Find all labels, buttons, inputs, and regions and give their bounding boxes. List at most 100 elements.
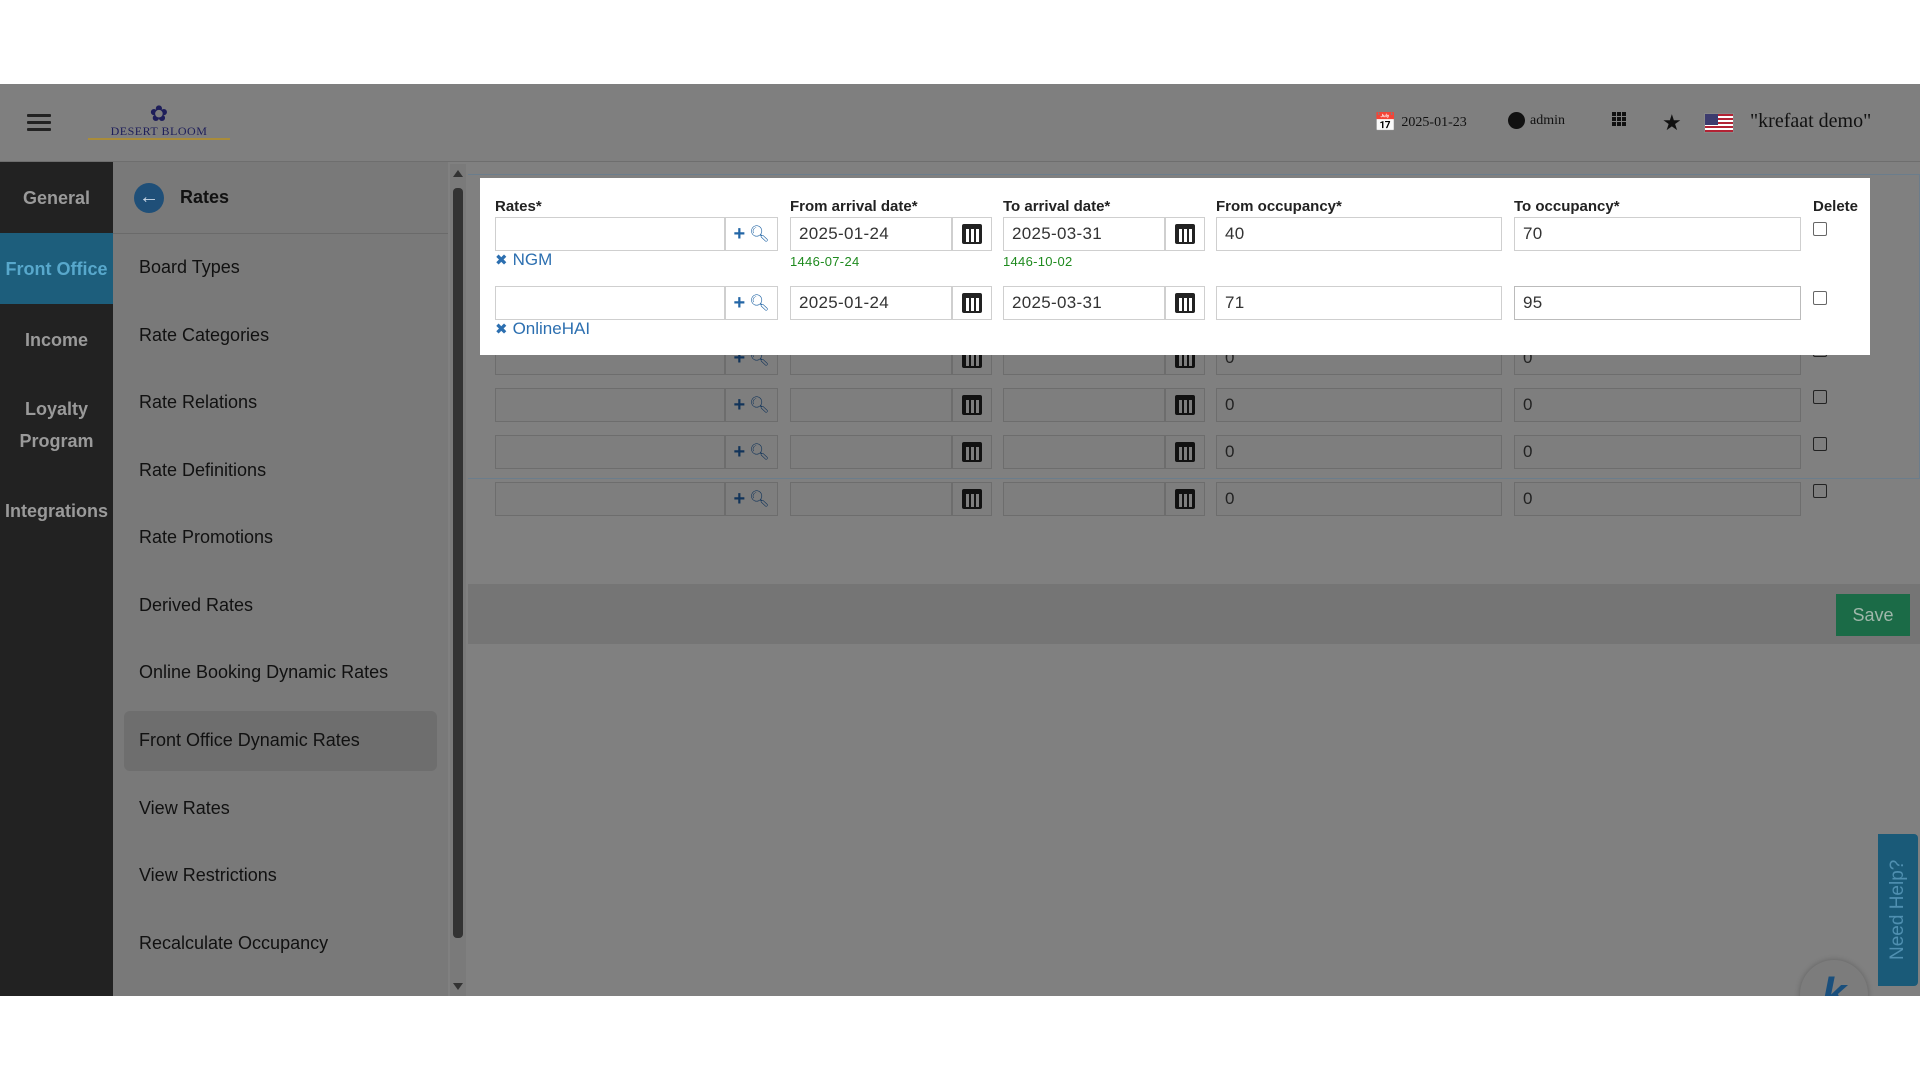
rate-lookup-button[interactable]: + 🔍︎ xyxy=(725,482,778,516)
from-occupancy-input[interactable]: 40 xyxy=(1216,217,1502,251)
table-row: + 🔍︎ 0 0 xyxy=(468,388,1920,435)
date-indicator[interactable]: 📅 2025-01-23 xyxy=(1374,112,1467,133)
submenu-item-derived-rates[interactable]: Derived Rates xyxy=(113,572,448,640)
delete-checkbox[interactable] xyxy=(1813,390,1827,404)
submenu-item-rate-relations[interactable]: Rate Relations xyxy=(113,369,448,437)
rail-item-integrations[interactable]: Integrations xyxy=(0,475,113,546)
back-arrow-icon[interactable]: ← xyxy=(134,182,164,213)
rail-item-general[interactable]: General xyxy=(0,162,113,233)
column-header-to-arrival-date: To arrival date* xyxy=(1003,198,1111,215)
from-occupancy-input[interactable]: 0 xyxy=(1216,482,1502,516)
apps-menu[interactable] xyxy=(1612,112,1626,126)
plus-icon: + xyxy=(733,394,746,416)
from-arrival-date-input[interactable]: 2025-01-24 xyxy=(790,286,952,320)
delete-checkbox[interactable] xyxy=(1813,484,1827,498)
scroll-down-arrow-icon[interactable] xyxy=(453,983,463,990)
language-selector[interactable] xyxy=(1704,113,1734,133)
need-help-tab[interactable]: Need Help? xyxy=(1878,834,1918,986)
calendar-icon xyxy=(1175,489,1195,509)
from-arrival-date-input[interactable]: 2025-01-24 xyxy=(790,217,952,251)
from-date-calendar-button[interactable] xyxy=(952,286,992,320)
company-name[interactable]: "krefaat demo" xyxy=(1750,110,1871,133)
submenu-item-recalculate-occupancy[interactable]: Recalculate Occupancy xyxy=(113,910,448,978)
from-date-calendar-button[interactable] xyxy=(952,435,992,469)
to-occupancy-input[interactable]: 0 xyxy=(1514,435,1801,469)
to-occupancy-input[interactable]: 70 xyxy=(1514,217,1801,251)
submenu-item-board-types[interactable]: Board Types xyxy=(113,234,448,302)
submenu-item-front-office-dynamic-rates[interactable]: Front Office Dynamic Rates xyxy=(124,710,437,771)
rate-tag-label: NGM xyxy=(512,250,553,269)
submenu-item-rate-promotions[interactable]: Rate Promotions xyxy=(113,504,448,572)
from-date-calendar-button[interactable] xyxy=(952,388,992,422)
rate-input[interactable] xyxy=(495,388,725,422)
calendar-icon xyxy=(962,489,982,509)
favorites-star-icon[interactable]: ★ xyxy=(1662,110,1682,136)
from-arrival-date-input[interactable] xyxy=(790,435,952,469)
logo-name: DESERT BLOOM xyxy=(88,124,230,140)
submenu-scrollbar[interactable] xyxy=(450,164,466,996)
app-window: ✿ DESERT BLOOM 📅 2025-01-23 admin ★ "kre… xyxy=(0,84,1920,996)
rail-item-front-office[interactable]: Front Office xyxy=(0,233,113,304)
to-date-calendar-button[interactable] xyxy=(1165,482,1205,516)
from-arrival-date-input[interactable] xyxy=(790,482,952,516)
user-menu[interactable]: admin xyxy=(1508,112,1565,129)
to-arrival-date-input[interactable] xyxy=(1003,482,1165,516)
scrollbar-thumb[interactable] xyxy=(453,188,463,938)
highlighted-rows-card: Rates* From arrival date* To arrival dat… xyxy=(480,178,1870,355)
rate-input[interactable] xyxy=(495,482,725,516)
apps-grid-icon xyxy=(1612,112,1626,126)
rate-lookup-button[interactable]: + 🔍︎ xyxy=(725,217,778,251)
submenu-item-rate-definitions[interactable]: Rate Definitions xyxy=(113,437,448,505)
user-name: admin xyxy=(1530,112,1565,128)
rate-tag[interactable]: ✖ OnlineHAI xyxy=(495,319,590,339)
to-arrival-date-input[interactable] xyxy=(1003,388,1165,422)
calendar-icon xyxy=(1175,224,1195,244)
delete-checkbox[interactable] xyxy=(1813,291,1827,305)
from-occupancy-input[interactable]: 71 xyxy=(1216,286,1502,320)
rate-input[interactable] xyxy=(495,217,725,251)
rate-lookup-button[interactable]: + 🔍︎ xyxy=(725,435,778,469)
from-arrival-date-input[interactable] xyxy=(790,388,952,422)
submenu-item-online-booking-dynamic-rates[interactable]: Online Booking Dynamic Rates xyxy=(113,639,448,707)
to-date-calendar-button[interactable] xyxy=(1165,435,1205,469)
to-date-calendar-button[interactable] xyxy=(1165,217,1205,251)
rate-lookup-button[interactable]: + 🔍︎ xyxy=(725,286,778,320)
to-occupancy-input[interactable]: 0 xyxy=(1514,482,1801,516)
to-arrival-date-input[interactable]: 2025-03-31 xyxy=(1003,217,1165,251)
to-date-hijri: 1446-10-02 xyxy=(1003,254,1073,269)
action-bar: Save xyxy=(468,584,1920,644)
to-arrival-date-input[interactable] xyxy=(1003,435,1165,469)
remove-x-icon[interactable]: ✖ xyxy=(495,251,508,269)
calendar-icon: 📅 xyxy=(1374,112,1397,132)
rate-tag[interactable]: ✖ NGM xyxy=(495,250,552,270)
rate-lookup-button[interactable]: + 🔍︎ xyxy=(725,388,778,422)
plus-icon: + xyxy=(733,223,746,245)
scroll-up-arrow-icon[interactable] xyxy=(453,170,463,177)
submenu-item-rate-categories[interactable]: Rate Categories xyxy=(113,302,448,370)
remove-x-icon[interactable]: ✖ xyxy=(495,320,508,338)
from-date-calendar-button[interactable] xyxy=(952,217,992,251)
to-arrival-date-input[interactable]: 2025-03-31 xyxy=(1003,286,1165,320)
rate-input[interactable] xyxy=(495,435,725,469)
to-occupancy-input[interactable]: 95 xyxy=(1514,286,1801,320)
from-date-calendar-button[interactable] xyxy=(952,482,992,516)
to-date-calendar-button[interactable] xyxy=(1165,388,1205,422)
save-button[interactable]: Save xyxy=(1836,594,1910,636)
from-occupancy-input[interactable]: 0 xyxy=(1216,435,1502,469)
search-icon: 🔍︎ xyxy=(749,226,770,243)
calendar-icon xyxy=(1175,293,1195,313)
rail-item-income[interactable]: Income xyxy=(0,304,113,375)
submenu-item-view-restrictions[interactable]: View Restrictions xyxy=(113,842,448,910)
rate-input[interactable] xyxy=(495,286,725,320)
delete-checkbox[interactable] xyxy=(1813,437,1827,451)
search-icon: 🔍︎ xyxy=(749,491,770,508)
rail-item-loyalty-program[interactable]: Loyalty Program xyxy=(0,375,113,475)
calendar-icon xyxy=(962,395,982,415)
delete-checkbox[interactable] xyxy=(1813,222,1827,236)
to-date-calendar-button[interactable] xyxy=(1165,286,1205,320)
from-occupancy-input[interactable]: 0 xyxy=(1216,388,1502,422)
submenu-item-view-rates[interactable]: View Rates xyxy=(113,775,448,843)
to-occupancy-input[interactable]: 0 xyxy=(1514,388,1801,422)
hamburger-menu-icon[interactable] xyxy=(27,114,51,132)
logo[interactable]: ✿ DESERT BLOOM xyxy=(88,103,230,146)
